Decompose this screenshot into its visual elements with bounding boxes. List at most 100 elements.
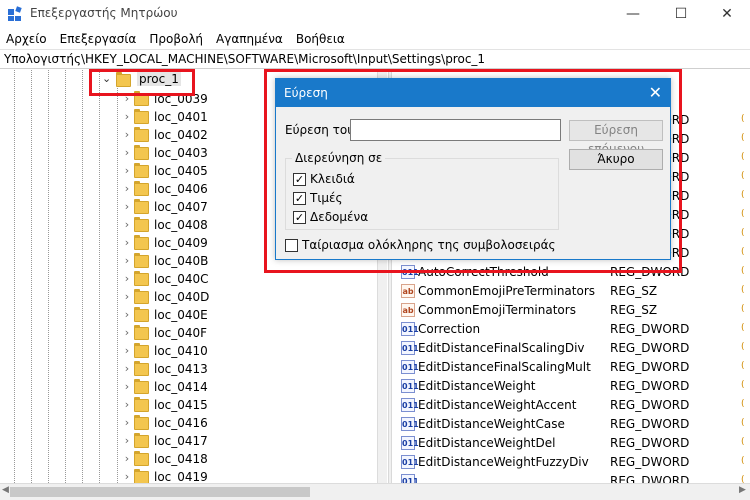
value-row[interactable]: 011 EditDistanceWeightFuzzyDiv REG_DWORD — [392, 453, 740, 472]
value-row[interactable]: 011 EditDistanceFinalScalingMult REG_DWORD — [392, 358, 740, 377]
tree-node[interactable]: › loc_040E — [0, 307, 375, 325]
value-type: REG_DWORD — [610, 436, 690, 450]
chevron-right-icon[interactable]: › — [121, 470, 133, 483]
menu-view[interactable]: Προβολή — [143, 32, 210, 46]
tree-node-label: loc_0403 — [154, 146, 208, 160]
tree-node[interactable]: › loc_0415 — [0, 397, 375, 415]
tree-node[interactable]: › loc_0410 — [0, 343, 375, 361]
tree-node-label: loc_040F — [154, 326, 208, 340]
binary-value-icon: 011 — [401, 341, 419, 355]
chevron-right-icon[interactable]: › — [121, 146, 133, 162]
chevron-right-icon[interactable]: › — [121, 452, 133, 468]
folder-icon — [134, 307, 149, 322]
value-type: REG_DWORD — [610, 398, 690, 412]
tree-node[interactable]: › loc_040D — [0, 289, 375, 307]
tree-node-label: loc_0417 — [154, 434, 208, 448]
chevron-right-icon[interactable]: › — [121, 308, 133, 324]
tree-node-label: loc_0416 — [154, 416, 208, 430]
chevron-right-icon[interactable]: › — [121, 434, 133, 450]
tree-node[interactable]: › loc_0414 — [0, 379, 375, 397]
data-column-marker: ( — [741, 266, 745, 276]
tree-node[interactable]: › loc_0417 — [0, 433, 375, 451]
menu-file[interactable]: Αρχείο — [0, 32, 54, 46]
value-row[interactable]: 011 REG_DWORD — [392, 472, 740, 483]
folder-icon — [134, 253, 149, 268]
chevron-right-icon[interactable]: › — [121, 110, 133, 126]
registry-app-icon — [8, 6, 22, 21]
chevron-right-icon[interactable]: › — [121, 200, 133, 216]
data-column-marker: ( — [741, 304, 745, 314]
tree-node[interactable]: › loc_0419 — [0, 469, 375, 483]
chevron-right-icon[interactable]: › — [121, 290, 133, 306]
folder-icon — [134, 433, 149, 448]
tree-node-label: loc_0410 — [154, 344, 208, 358]
tree-node[interactable]: › loc_040F — [0, 325, 375, 343]
value-type: REG_SZ — [610, 284, 658, 298]
value-name: EditDistanceWeightFuzzyDiv — [418, 455, 589, 469]
chevron-right-icon[interactable]: › — [121, 254, 133, 270]
value-row[interactable]: 011 EditDistanceWeight REG_DWORD — [392, 377, 740, 396]
value-type: REG_DWORD — [610, 417, 690, 431]
data-column-marker: ( — [741, 399, 745, 409]
value-name: EditDistanceFinalScalingMult — [418, 360, 591, 374]
tree-node[interactable]: › loc_0418 — [0, 451, 375, 469]
chevron-right-icon[interactable]: › — [121, 398, 133, 414]
value-row[interactable]: 011 EditDistanceWeightDel REG_DWORD — [392, 434, 740, 453]
tree-node-label: loc_0408 — [154, 218, 208, 232]
data-column-marker: ( — [741, 342, 745, 352]
tree-node[interactable]: › loc_0416 — [0, 415, 375, 433]
value-name: CommonEmojiTerminators — [418, 303, 576, 317]
chevron-right-icon[interactable]: › — [121, 380, 133, 396]
tree-node-label: loc_0409 — [154, 236, 208, 250]
tree-node[interactable]: › loc_040C — [0, 271, 375, 289]
data-column-marker: ( — [741, 456, 745, 466]
value-name: Correction — [418, 322, 481, 336]
chevron-right-icon[interactable]: › — [121, 218, 133, 234]
value-row[interactable]: ab CommonEmojiPreTerminators REG_SZ — [392, 282, 740, 301]
folder-icon — [134, 469, 149, 483]
string-value-icon: ab — [401, 303, 415, 317]
chevron-right-icon[interactable]: › — [121, 326, 133, 342]
chevron-right-icon[interactable]: › — [121, 236, 133, 252]
value-row[interactable]: 011 EditDistanceFinalScalingDiv REG_DWORD — [392, 339, 740, 358]
chevron-right-icon[interactable]: › — [121, 416, 133, 432]
scroll-thumb[interactable] — [10, 487, 310, 497]
tree-node-label: loc_0405 — [154, 164, 208, 178]
highlight-box-find-dialog — [264, 69, 682, 273]
tree-node[interactable]: › loc_0413 — [0, 361, 375, 379]
folder-icon — [134, 199, 149, 214]
menu-help[interactable]: Βοήθεια — [290, 32, 352, 46]
value-row[interactable]: ab CommonEmojiTerminators REG_SZ — [392, 301, 740, 320]
value-type: REG_SZ — [610, 303, 658, 317]
value-row[interactable]: 011 Correction REG_DWORD — [392, 320, 740, 339]
menu-favorites[interactable]: Αγαπημένα — [210, 32, 290, 46]
data-column-marker: ( — [741, 247, 745, 257]
scroll-left-icon[interactable]: ◀ — [2, 485, 9, 495]
minimize-button[interactable]: — — [610, 0, 656, 28]
horizontal-scrollbar[interactable]: ◀ ▶ — [0, 483, 750, 500]
chevron-right-icon[interactable]: › — [121, 344, 133, 360]
folder-icon — [134, 379, 149, 394]
value-row[interactable]: 011 EditDistanceWeightCase REG_DWORD — [392, 415, 740, 434]
scroll-right-icon[interactable]: ▶ — [739, 485, 746, 495]
menu-edit[interactable]: Επεξεργασία — [54, 32, 144, 46]
value-name: EditDistanceWeightAccent — [418, 398, 577, 412]
chevron-right-icon[interactable]: › — [121, 272, 133, 288]
chevron-right-icon[interactable]: › — [121, 182, 133, 198]
address-bar[interactable]: Υπολογιστής\HKEY_LOCAL_MACHINE\SOFTWARE\… — [0, 49, 750, 69]
data-column-marker: ( — [741, 285, 745, 295]
chevron-right-icon[interactable]: › — [121, 164, 133, 180]
value-type: REG_DWORD — [610, 341, 690, 355]
maximize-button[interactable]: ☐ — [658, 0, 704, 28]
chevron-right-icon[interactable]: › — [121, 128, 133, 144]
data-column-marker: ( — [741, 437, 745, 447]
title-bar: Επεξεργαστής Μητρώου — ☐ ✕ — [0, 0, 750, 28]
close-button[interactable]: ✕ — [704, 0, 750, 28]
chevron-right-icon[interactable]: › — [121, 362, 133, 378]
data-column-marker: ( — [741, 418, 745, 428]
folder-icon — [134, 235, 149, 250]
value-type: REG_DWORD — [610, 379, 690, 393]
tree-node-label: loc_040C — [154, 272, 209, 286]
value-row[interactable]: 011 EditDistanceWeightAccent REG_DWORD — [392, 396, 740, 415]
folder-icon — [134, 271, 149, 286]
